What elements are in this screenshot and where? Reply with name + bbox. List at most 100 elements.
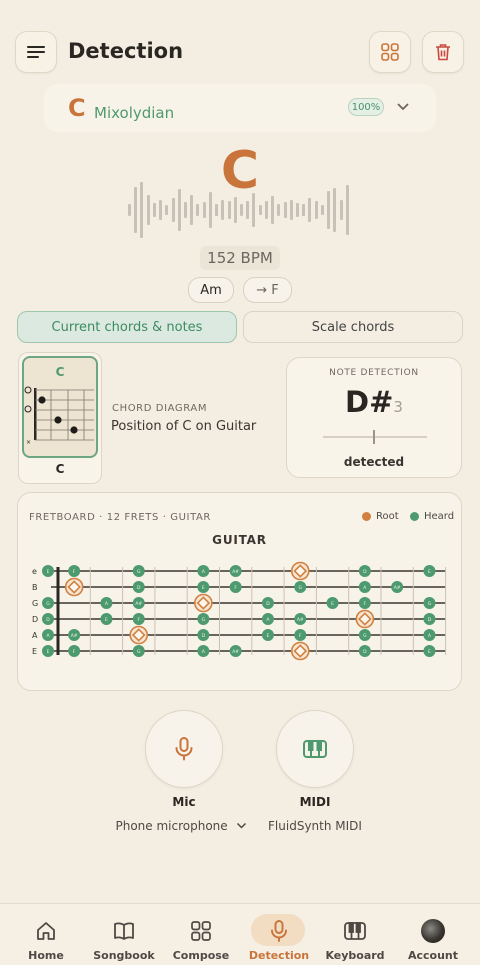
waveform-bar [215, 204, 219, 216]
svg-text:G: G [428, 601, 432, 607]
waveform-bar [221, 200, 225, 220]
midi-source[interactable]: FluidSynth MIDI [255, 819, 375, 833]
heard-note-marker: A [423, 629, 436, 641]
svg-text:F: F [73, 649, 76, 655]
fretboard: eBGDAEE F G A A# D ED E F G A A#G A A# D E F GD E F G A A# DA A#… [32, 561, 447, 661]
heard-note-marker: A# [132, 597, 145, 609]
mic-button[interactable] [145, 710, 223, 788]
svg-text:E: E [47, 569, 50, 575]
mic-source-select[interactable]: Phone microphone [112, 819, 250, 833]
fretboard-card: FRETBOARD · 12 FRETS · GUITAR Root Heard… [17, 492, 462, 691]
microphone-icon [271, 920, 287, 942]
heard-note-marker: G [42, 597, 54, 609]
root-note-marker [290, 641, 310, 661]
midi-button[interactable] [276, 710, 354, 788]
root-note-marker [355, 609, 375, 629]
nav-account-label: Account [407, 949, 459, 962]
svg-text:F: F [364, 601, 367, 607]
waveform-bar [271, 196, 275, 224]
tab-scale-chords[interactable]: Scale chords [243, 311, 463, 343]
svg-text:D: D [266, 601, 270, 607]
heard-note-marker: A [261, 613, 274, 625]
chord-diagram-card[interactable]: C × C [18, 352, 102, 484]
root-note-marker [64, 577, 84, 597]
nav-songbook[interactable]: Songbook [84, 904, 164, 965]
audio-waveform [128, 180, 352, 240]
heard-note-marker: A# [294, 613, 307, 625]
page-title: Detection [68, 39, 184, 63]
heard-note-marker: D [132, 581, 145, 593]
heard-note-marker: A [42, 629, 54, 641]
chevron-down-icon [236, 822, 246, 829]
note-detection-card: NOTE DETECTION D#3 detected [286, 357, 462, 478]
nav-keyboard[interactable]: Keyboard [315, 904, 395, 965]
detected-note-name: D# [345, 385, 394, 419]
menu-button[interactable] [15, 31, 57, 73]
microphone-icon [175, 737, 193, 761]
svg-text:A#: A# [135, 601, 142, 607]
next-chord-chip[interactable]: → F [243, 277, 292, 303]
heard-note-marker: E [423, 645, 436, 657]
heard-note-marker: E [42, 645, 54, 657]
chevron-down-icon[interactable] [396, 102, 410, 112]
svg-text:E: E [331, 601, 334, 607]
delete-button[interactable] [422, 31, 464, 73]
waveform-bar [128, 204, 131, 216]
nav-home[interactable]: Home [6, 904, 86, 965]
heard-note-marker: E [197, 581, 210, 593]
tab-current-chords[interactable]: Current chords & notes [17, 311, 237, 343]
svg-text:G: G [137, 569, 141, 575]
svg-text:E: E [47, 649, 50, 655]
heard-note-marker: G [294, 581, 307, 593]
waveform-bar [345, 185, 349, 235]
heard-note-marker: D [358, 565, 371, 577]
confidence-badge: 100% [348, 98, 384, 116]
previous-chord-chip[interactable]: Am [188, 277, 234, 303]
svg-text:F: F [234, 585, 237, 591]
heard-note-marker: F [68, 565, 81, 577]
svg-text:D: D [202, 633, 206, 639]
heard-note-marker: D [358, 645, 371, 657]
root-note-marker [290, 561, 310, 581]
avatar [421, 919, 445, 943]
waveform-bar [190, 195, 194, 225]
waveform-bar [171, 198, 175, 222]
layout-button[interactable] [369, 31, 411, 73]
bottom-navigation: Home Songbook Compose Detection Keyboard… [0, 903, 480, 965]
nav-account[interactable]: Account [393, 904, 473, 965]
heard-note-marker: G [197, 613, 210, 625]
chord-diagram: C × [22, 356, 98, 458]
waveform-bar [339, 200, 343, 220]
nav-keyboard-label: Keyboard [325, 949, 385, 962]
waveform-bar [308, 198, 312, 222]
waveform-bar [184, 202, 187, 218]
svg-text:E: E [267, 633, 270, 639]
svg-text:F: F [299, 633, 302, 639]
string-label: e [32, 567, 37, 576]
nav-detection[interactable]: Detection [239, 904, 319, 965]
heard-note-marker: E [423, 565, 436, 577]
detected-note: D#3 [287, 385, 461, 419]
heard-note-marker: A [197, 565, 210, 577]
waveform-bar [240, 204, 243, 216]
home-icon [37, 922, 55, 940]
heard-note-marker: A [197, 645, 210, 657]
note-status: detected [343, 455, 405, 469]
midi-label: MIDI [299, 795, 331, 809]
svg-text:D: D [428, 617, 432, 623]
heard-note-marker: E [100, 613, 113, 625]
heard-note-marker: G [423, 597, 436, 609]
heard-note-marker: A# [229, 565, 242, 577]
heard-note-marker: D [197, 629, 210, 641]
svg-text:D: D [46, 617, 50, 623]
heard-note-marker: D [261, 597, 274, 609]
chord-diagram-caption: C [55, 462, 65, 476]
nav-detection-label: Detection [248, 949, 310, 962]
nav-compose[interactable]: Compose [161, 904, 241, 965]
heard-note-marker: F [358, 597, 371, 609]
nav-songbook-label: Songbook [93, 949, 155, 962]
heard-note-marker: A [100, 597, 113, 609]
trash-icon [436, 44, 450, 61]
waveform-bar [289, 200, 293, 220]
heard-note-marker: G [358, 629, 371, 641]
